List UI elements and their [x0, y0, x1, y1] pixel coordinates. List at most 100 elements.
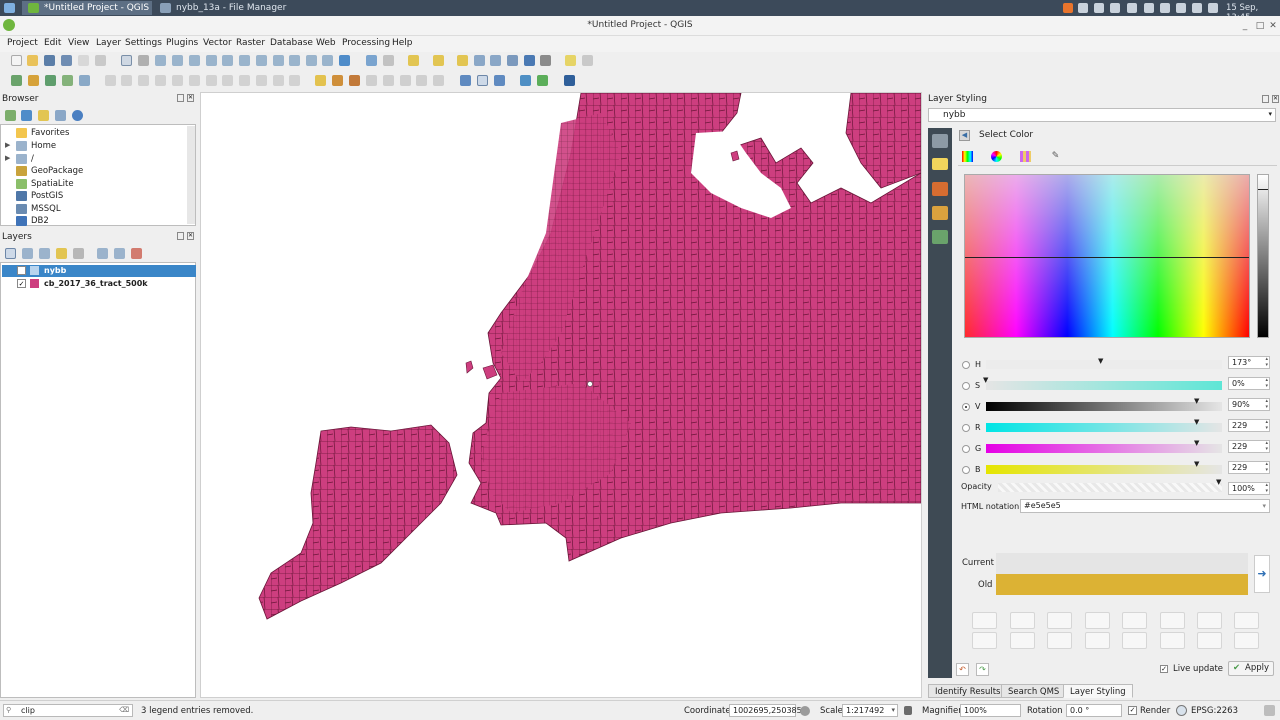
browser-item-root[interactable]: / — [16, 153, 34, 165]
vertex-tool-icon[interactable] — [138, 75, 149, 86]
menu-edit[interactable]: Edit — [44, 38, 61, 48]
wifi-tray-icon[interactable] — [1176, 3, 1186, 13]
collapse-all-icon[interactable] — [114, 248, 125, 259]
python-icon[interactable] — [520, 75, 531, 86]
gear-tray-icon[interactable] — [1094, 3, 1104, 13]
channel-s-spinbox[interactable]: 0% — [1228, 377, 1270, 390]
label-pin-icon[interactable] — [332, 75, 343, 86]
digitize-tool-icon[interactable] — [256, 75, 267, 86]
color-wheel-tab-icon[interactable] — [991, 151, 1002, 162]
channel-h-radio[interactable] — [962, 361, 970, 369]
diagrams-tab-icon[interactable] — [932, 206, 948, 220]
opacity-slider[interactable]: ▼ — [998, 478, 1222, 492]
collapse-icon[interactable] — [55, 110, 66, 121]
toggle-edit-icon[interactable] — [105, 75, 116, 86]
tray-icon[interactable] — [1110, 3, 1120, 13]
color-swatch-slot[interactable] — [1197, 612, 1222, 629]
pan-to-selection-icon[interactable] — [138, 55, 149, 66]
tab-search-qms[interactable]: Search QMS — [1001, 684, 1067, 698]
color-swatch-slot[interactable] — [1085, 612, 1110, 629]
color-swatch-slot[interactable] — [972, 632, 997, 649]
crs-globe-icon[interactable] — [1176, 705, 1187, 716]
zoom-selection-icon[interactable] — [222, 55, 233, 66]
menu-raster[interactable]: Raster — [236, 38, 265, 48]
new-layer-icon[interactable] — [28, 75, 39, 86]
style-manager-icon[interactable] — [5, 248, 16, 259]
bookmark-icon[interactable] — [322, 55, 333, 66]
taskbar-app-file-manager[interactable]: nybb_13a - File Manager — [154, 1, 294, 15]
channel-b-spinbox[interactable]: 229 — [1228, 461, 1270, 474]
expand-all-icon[interactable] — [97, 248, 108, 259]
zoom-full-icon[interactable] — [206, 55, 217, 66]
color-picker-square[interactable] — [964, 174, 1250, 338]
filter-icon[interactable] — [38, 110, 49, 121]
digitize-tool-icon[interactable] — [273, 75, 284, 86]
live-update-checkbox[interactable]: ✓ — [1160, 665, 1168, 673]
bluetooth-tray-icon[interactable] — [1160, 3, 1170, 13]
color-swatch-slot[interactable] — [1047, 612, 1072, 629]
layout-manager-icon[interactable] — [95, 55, 106, 66]
old-color-swatch[interactable] — [996, 574, 1248, 595]
select-by-value-icon[interactable] — [433, 55, 444, 66]
zoom-native-icon[interactable] — [256, 55, 267, 66]
add-feature-icon[interactable] — [121, 75, 132, 86]
undo-icon[interactable] — [222, 75, 233, 86]
channel-b-slider[interactable]: ▼ — [986, 460, 1222, 474]
map-render[interactable] — [201, 92, 922, 697]
layer-select-dropdown[interactable]: nybb ▾ — [928, 108, 1276, 122]
layer-visibility-checkbox[interactable]: ✓ — [17, 279, 26, 288]
refresh-icon[interactable] — [21, 110, 32, 121]
channel-b-radio[interactable] — [962, 466, 970, 474]
extents-toggle-icon[interactable] — [800, 706, 810, 716]
channel-s-radio[interactable] — [962, 382, 970, 390]
measure-icon[interactable] — [540, 55, 551, 66]
slider-handle[interactable]: ▼ — [1194, 397, 1199, 405]
apply-button[interactable]: ✔ Apply — [1228, 661, 1274, 676]
color-swatch-slot[interactable] — [1010, 632, 1035, 649]
label-move-icon[interactable] — [366, 75, 377, 86]
channel-g-radio[interactable] — [962, 445, 970, 453]
browser-item-db2[interactable]: DB2 — [16, 215, 49, 227]
value-slider-handle[interactable] — [1258, 189, 1268, 190]
layer-item-tract[interactable]: ✓ cb_2017_36_tract_500k — [2, 278, 196, 290]
color-swatch-slot[interactable] — [1234, 632, 1259, 649]
data-source-manager-icon[interactable] — [11, 75, 22, 86]
color-swatch-slot[interactable] — [1010, 612, 1035, 629]
qms-icon[interactable] — [460, 75, 471, 86]
label-tool-icon[interactable] — [433, 75, 444, 86]
menu-help[interactable]: Help — [392, 38, 413, 48]
map-tips-icon[interactable] — [565, 55, 576, 66]
expression-filter-icon[interactable] — [73, 248, 84, 259]
add-group-icon[interactable] — [22, 248, 33, 259]
channel-g-spinbox[interactable]: 229 — [1228, 440, 1270, 453]
scale-input[interactable]: 1:217492 ▾ — [842, 704, 898, 717]
menu-view[interactable]: View — [68, 38, 89, 48]
menu-layer[interactable]: Layer — [96, 38, 121, 48]
digitize-icon[interactable] — [62, 75, 73, 86]
layer-visibility-checkbox[interactable] — [17, 266, 26, 275]
close-icon[interactable]: ✕ — [1272, 95, 1279, 103]
messages-icon[interactable] — [1264, 705, 1275, 716]
color-swatch-slot[interactable] — [1234, 612, 1259, 629]
attribute-table-icon[interactable] — [474, 55, 485, 66]
label-tool-icon[interactable] — [315, 75, 326, 86]
label-tool-icon[interactable] — [416, 75, 427, 86]
magnifier-spinbox[interactable]: 100% — [960, 704, 1021, 717]
color-swatch-slot[interactable] — [1085, 632, 1110, 649]
color-swatch-slot[interactable] — [1122, 612, 1147, 629]
label-change-icon[interactable] — [400, 75, 411, 86]
map-canvas[interactable] — [200, 92, 922, 698]
expand-icon[interactable]: ▶ — [5, 154, 10, 162]
swatches-tab-icon[interactable] — [1020, 151, 1031, 162]
qms-search-icon[interactable] — [477, 75, 488, 86]
info-icon[interactable] — [72, 110, 83, 121]
channel-v-spinbox[interactable]: 90% — [1228, 398, 1270, 411]
copy-icon[interactable] — [189, 75, 200, 86]
layer-symbol-swatch[interactable] — [30, 266, 39, 275]
layer-symbol-swatch[interactable] — [30, 279, 39, 288]
browser-tray-icon[interactable] — [1063, 3, 1073, 13]
channel-v-radio[interactable] — [962, 403, 970, 411]
close-icon[interactable]: ✕ — [187, 94, 194, 102]
save-edits-icon[interactable] — [79, 75, 90, 86]
label-rotate-icon[interactable] — [383, 75, 394, 86]
